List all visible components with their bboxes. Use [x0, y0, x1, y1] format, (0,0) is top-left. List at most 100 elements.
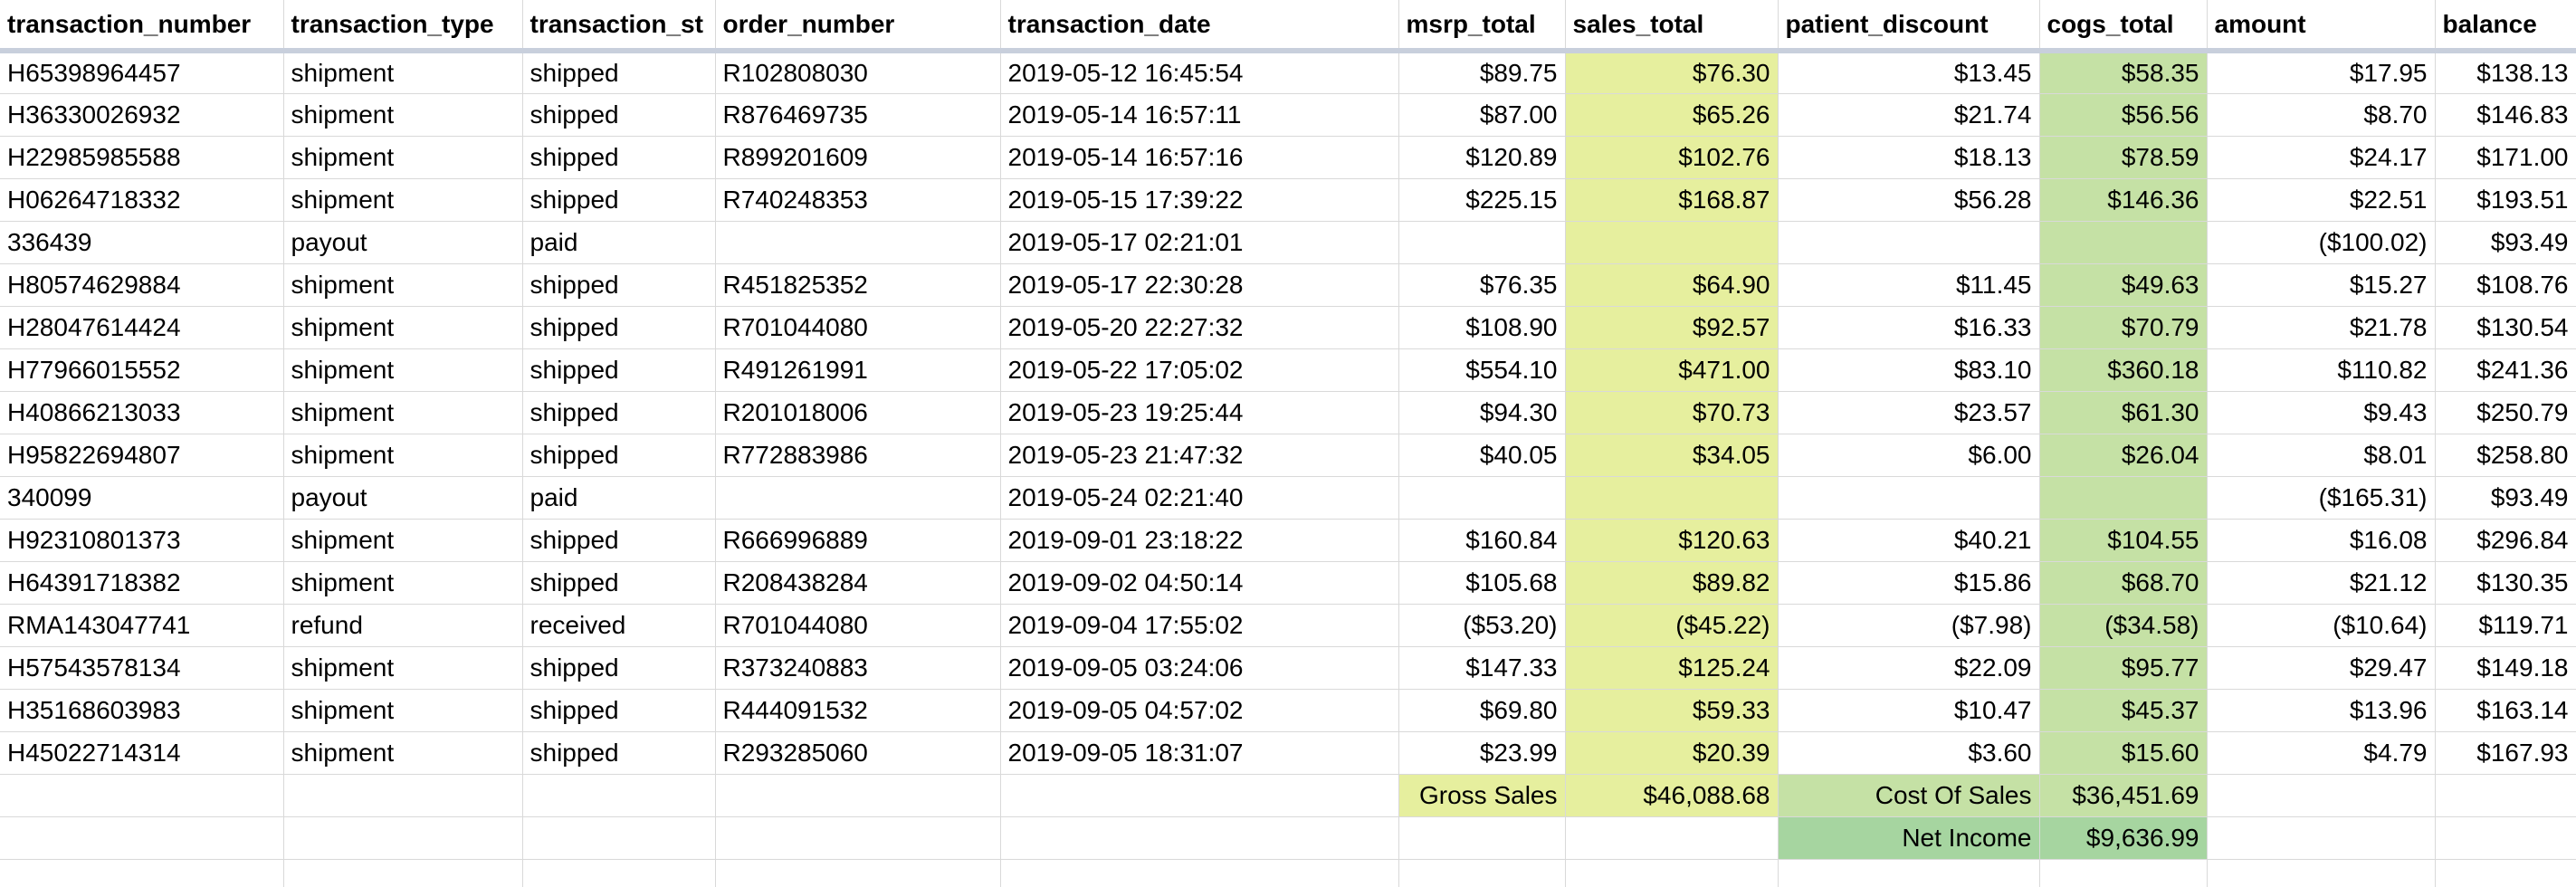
- cell-order-number[interactable]: R740248353: [715, 178, 1001, 222]
- cell-order-number[interactable]: R293285060: [715, 731, 1001, 775]
- cell-transaction-status[interactable]: shipped: [522, 348, 716, 392]
- cell-transaction-date[interactable]: 2019-05-17 02:21:01: [1000, 221, 1399, 264]
- cell-transaction-status[interactable]: shipped: [522, 51, 716, 94]
- cell-msrp-total[interactable]: $23.99: [1398, 731, 1566, 775]
- cell-order-number[interactable]: R666996889: [715, 519, 1001, 562]
- cell-transaction-type[interactable]: shipment: [283, 93, 523, 137]
- cell-order-number[interactable]: R444091532: [715, 689, 1001, 732]
- cell-balance[interactable]: $250.79: [2435, 391, 2576, 434]
- cell-order-number[interactable]: R701044080: [715, 306, 1001, 349]
- cell-sales-total[interactable]: $20.39: [1565, 731, 1779, 775]
- cell-order-number[interactable]: R208438284: [715, 561, 1001, 605]
- cell-transaction-date[interactable]: 2019-05-14 16:57:16: [1000, 136, 1399, 179]
- cell-transaction-number[interactable]: 340099: [0, 476, 284, 520]
- cell-sales-total[interactable]: $34.05: [1565, 434, 1779, 477]
- cell-transaction-number[interactable]: H45022714314: [0, 731, 284, 775]
- column-header-msrp-total[interactable]: msrp_total: [1398, 0, 1566, 53]
- cell-amount[interactable]: $22.51: [2207, 178, 2436, 222]
- cell-order-number[interactable]: R201018006: [715, 391, 1001, 434]
- cell-amount[interactable]: $21.78: [2207, 306, 2436, 349]
- cell-msrp-total[interactable]: $87.00: [1398, 93, 1566, 137]
- cell-patient-discount[interactable]: [1778, 476, 2040, 520]
- cell[interactable]: [2435, 774, 2576, 817]
- cell-balance[interactable]: $138.13: [2435, 51, 2576, 94]
- cell[interactable]: [2207, 774, 2436, 817]
- net-income-label[interactable]: Net Income: [1778, 816, 2040, 860]
- cell-transaction-status[interactable]: shipped: [522, 434, 716, 477]
- cell-transaction-number[interactable]: H35168603983: [0, 689, 284, 732]
- cell-cogs-total[interactable]: ($34.58): [2039, 604, 2208, 647]
- cell-transaction-number[interactable]: H36330026932: [0, 93, 284, 137]
- cell-sales-total[interactable]: [1565, 476, 1779, 520]
- cell-balance[interactable]: $146.83: [2435, 93, 2576, 137]
- cell-transaction-number[interactable]: H64391718382: [0, 561, 284, 605]
- cell-sales-total[interactable]: $120.63: [1565, 519, 1779, 562]
- cell-cogs-total[interactable]: $61.30: [2039, 391, 2208, 434]
- cell-sales-total[interactable]: $76.30: [1565, 51, 1779, 94]
- cell-sales-total[interactable]: $168.87: [1565, 178, 1779, 222]
- cell-cogs-total[interactable]: $70.79: [2039, 306, 2208, 349]
- cell[interactable]: [1000, 774, 1399, 817]
- cell-transaction-type[interactable]: shipment: [283, 306, 523, 349]
- cell[interactable]: [2435, 816, 2576, 860]
- column-header-balance[interactable]: balance: [2435, 0, 2576, 53]
- cell-transaction-type[interactable]: payout: [283, 476, 523, 520]
- cell-transaction-date[interactable]: 2019-09-05 04:57:02: [1000, 689, 1399, 732]
- cell-msrp-total[interactable]: $40.05: [1398, 434, 1566, 477]
- cell-patient-discount[interactable]: $13.45: [1778, 51, 2040, 94]
- cell[interactable]: [1000, 859, 1399, 887]
- cell-amount[interactable]: $8.70: [2207, 93, 2436, 137]
- cell-sales-total[interactable]: $64.90: [1565, 263, 1779, 307]
- cell-amount[interactable]: $24.17: [2207, 136, 2436, 179]
- cell-transaction-type[interactable]: shipment: [283, 646, 523, 690]
- cell-transaction-date[interactable]: 2019-05-20 22:27:32: [1000, 306, 1399, 349]
- cell-patient-discount[interactable]: $23.57: [1778, 391, 2040, 434]
- cell-transaction-type[interactable]: shipment: [283, 561, 523, 605]
- cell-transaction-number[interactable]: H06264718332: [0, 178, 284, 222]
- cell[interactable]: [1398, 816, 1566, 860]
- cell-cogs-total[interactable]: $45.37: [2039, 689, 2208, 732]
- cell-cogs-total[interactable]: $104.55: [2039, 519, 2208, 562]
- cell-transaction-status[interactable]: paid: [522, 476, 716, 520]
- cell-balance[interactable]: $119.71: [2435, 604, 2576, 647]
- cell[interactable]: [1778, 859, 2040, 887]
- cell-cogs-total[interactable]: $56.56: [2039, 93, 2208, 137]
- cell[interactable]: [715, 816, 1001, 860]
- cell[interactable]: [2207, 859, 2436, 887]
- cell-order-number[interactable]: R491261991: [715, 348, 1001, 392]
- cell-transaction-date[interactable]: 2019-09-02 04:50:14: [1000, 561, 1399, 605]
- cell-cogs-total[interactable]: $146.36: [2039, 178, 2208, 222]
- cell-transaction-type[interactable]: shipment: [283, 519, 523, 562]
- cell-transaction-type[interactable]: shipment: [283, 263, 523, 307]
- cell-transaction-number[interactable]: H77966015552: [0, 348, 284, 392]
- cell-cogs-total[interactable]: $68.70: [2039, 561, 2208, 605]
- cell-amount[interactable]: $16.08: [2207, 519, 2436, 562]
- cell[interactable]: [1565, 859, 1779, 887]
- cell[interactable]: [715, 774, 1001, 817]
- cell[interactable]: [283, 816, 523, 860]
- cell-transaction-status[interactable]: shipped: [522, 263, 716, 307]
- cell-balance[interactable]: $171.00: [2435, 136, 2576, 179]
- cell-cogs-total[interactable]: $58.35: [2039, 51, 2208, 94]
- cell-transaction-date[interactable]: 2019-09-05 18:31:07: [1000, 731, 1399, 775]
- cell-cogs-total[interactable]: $15.60: [2039, 731, 2208, 775]
- cell-cogs-total[interactable]: $95.77: [2039, 646, 2208, 690]
- cell-transaction-date[interactable]: 2019-05-23 21:47:32: [1000, 434, 1399, 477]
- column-header-sales-total[interactable]: sales_total: [1565, 0, 1779, 53]
- gross-sales-value[interactable]: $46,088.68: [1565, 774, 1779, 817]
- cell-cogs-total[interactable]: $26.04: [2039, 434, 2208, 477]
- cell-cogs-total[interactable]: $78.59: [2039, 136, 2208, 179]
- cell-amount[interactable]: ($165.31): [2207, 476, 2436, 520]
- cell-transaction-type[interactable]: shipment: [283, 731, 523, 775]
- cell-msrp-total[interactable]: $108.90: [1398, 306, 1566, 349]
- cell-amount[interactable]: ($10.64): [2207, 604, 2436, 647]
- cell-transaction-status[interactable]: shipped: [522, 731, 716, 775]
- column-header-transaction-type[interactable]: transaction_type: [283, 0, 523, 53]
- cell-msrp-total[interactable]: $89.75: [1398, 51, 1566, 94]
- cell-transaction-number[interactable]: H57543578134: [0, 646, 284, 690]
- cell-transaction-date[interactable]: 2019-09-04 17:55:02: [1000, 604, 1399, 647]
- cell-patient-discount[interactable]: $3.60: [1778, 731, 2040, 775]
- cell-transaction-status[interactable]: received: [522, 604, 716, 647]
- cell-balance[interactable]: $163.14: [2435, 689, 2576, 732]
- cell-order-number[interactable]: [715, 221, 1001, 264]
